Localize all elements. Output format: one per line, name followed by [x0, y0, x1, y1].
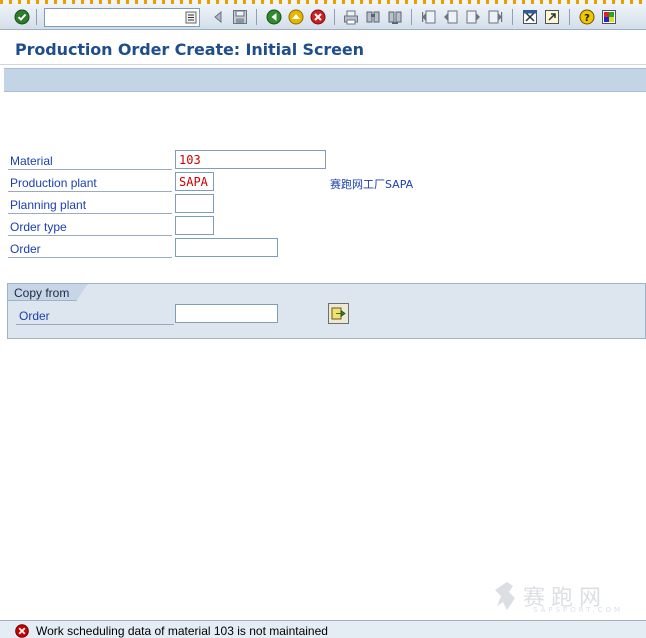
- toolbar-separator: [512, 9, 513, 25]
- find-next-icon[interactable]: [386, 8, 404, 26]
- material-label: Material: [8, 150, 172, 170]
- watermark-logo: 赛跑网 SAPSPORT.COM: [493, 580, 633, 616]
- material-input[interactable]: 103: [175, 150, 326, 169]
- copy-from-button[interactable]: [328, 303, 349, 324]
- order-type-input[interactable]: [175, 216, 214, 235]
- exit-icon[interactable]: [287, 8, 305, 26]
- copy-from-group: Copy from Order: [7, 283, 646, 339]
- order-label: Order: [8, 238, 172, 258]
- copy-from-order-label: Order: [16, 306, 174, 325]
- enter-icon[interactable]: [13, 8, 31, 26]
- cancel-icon[interactable]: [309, 8, 327, 26]
- production-plant-input[interactable]: SAPA: [175, 172, 214, 191]
- create-session-icon[interactable]: [521, 8, 539, 26]
- first-page-icon[interactable]: [420, 8, 438, 26]
- previous-page-icon[interactable]: [442, 8, 460, 26]
- toolbar-separator: [411, 9, 412, 25]
- back-icon[interactable]: [265, 8, 283, 26]
- shortcut-icon[interactable]: [543, 8, 561, 26]
- help-icon[interactable]: ?: [578, 8, 596, 26]
- print-icon[interactable]: [342, 8, 360, 26]
- toolbar-separator: [36, 9, 37, 25]
- toolbar-separator: [569, 9, 570, 25]
- status-message[interactable]: Work scheduling data of material 103 is …: [36, 624, 328, 638]
- page-title: Production Order Create: Initial Screen: [15, 40, 364, 59]
- error-icon: [15, 624, 29, 638]
- production-plant-description: 赛跑网工厂SAPA: [330, 178, 414, 191]
- save-icon[interactable]: [231, 8, 249, 26]
- customize-layout-icon[interactable]: [600, 8, 618, 26]
- watermark-sub: SAPSPORT.COM: [533, 606, 624, 614]
- back-arrow-icon[interactable]: [209, 8, 227, 26]
- command-dropdown-icon[interactable]: [185, 11, 197, 24]
- toolbar-separator: [256, 9, 257, 25]
- next-page-icon[interactable]: [464, 8, 482, 26]
- copy-from-title: Copy from: [7, 283, 88, 301]
- status-bar: Work scheduling data of material 103 is …: [0, 620, 646, 638]
- copy-from-order-input[interactable]: [175, 304, 278, 323]
- toolbar-separator: [334, 9, 335, 25]
- planning-plant-label: Planning plant: [8, 194, 172, 214]
- planning-plant-input[interactable]: [175, 194, 214, 213]
- runner-logo-icon: [495, 582, 515, 610]
- system-toolbar: ?: [0, 4, 646, 30]
- command-field[interactable]: [44, 8, 200, 27]
- order-type-label: Order type: [8, 216, 172, 236]
- find-icon[interactable]: [364, 8, 382, 26]
- svg-text:?: ?: [584, 13, 590, 24]
- last-page-icon[interactable]: [486, 8, 504, 26]
- application-toolbar: [4, 68, 646, 92]
- title-divider: [0, 64, 646, 65]
- copy-arrow-icon: [331, 307, 346, 320]
- production-plant-label: Production plant: [8, 172, 172, 192]
- order-input[interactable]: [175, 238, 278, 257]
